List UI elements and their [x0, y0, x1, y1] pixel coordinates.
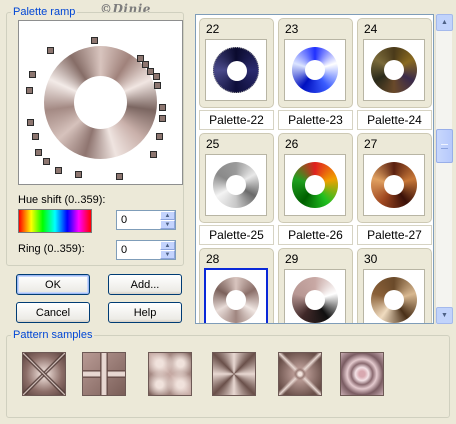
- hue-spectrum[interactable]: [18, 209, 92, 233]
- palette-thumbnail: [205, 39, 267, 101]
- palette-number: 28: [206, 252, 220, 266]
- pattern-sample[interactable]: [82, 352, 126, 396]
- ok-button[interactable]: OK: [16, 274, 90, 295]
- palette-cell[interactable]: 26: [278, 133, 353, 223]
- palette-thumbnail: [363, 269, 425, 323]
- palette-ramp-title: Palette ramp: [13, 6, 76, 18]
- ramp-handle[interactable]: [26, 87, 33, 94]
- palette-cell[interactable]: 27: [357, 133, 432, 223]
- palette-cell[interactable]: 23: [278, 18, 353, 108]
- ramp-handle[interactable]: [154, 82, 161, 89]
- palette-name: Palette-22: [199, 110, 274, 130]
- ramp-handle[interactable]: [153, 73, 160, 80]
- arrow-up-icon[interactable]: ▲: [160, 241, 175, 250]
- palette-cell[interactable]: 24: [357, 18, 432, 108]
- pattern-sample[interactable]: [278, 352, 322, 396]
- add-button[interactable]: Add...: [108, 274, 182, 295]
- ramp-handle[interactable]: [91, 37, 98, 44]
- ramp-handle[interactable]: [47, 47, 54, 54]
- arrow-up-icon[interactable]: ▲: [436, 14, 453, 31]
- palette-thumbnail: [363, 39, 425, 101]
- palette-thumbnail: [284, 269, 346, 323]
- palette-list[interactable]: 22 23 24 Palette-22 Palette-23 Palette-2…: [195, 14, 434, 324]
- ring-value: 0: [121, 244, 128, 256]
- palette-number: 30: [364, 252, 378, 266]
- ramp-handle[interactable]: [35, 149, 42, 156]
- palette-number: 22: [206, 22, 220, 36]
- palette-cell-selected[interactable]: 28: [199, 248, 274, 323]
- ramp-handle[interactable]: [43, 158, 50, 165]
- palette-name: Palette-27: [357, 225, 432, 245]
- palette-cell[interactable]: 30: [357, 248, 432, 323]
- arrow-down-icon[interactable]: ▼: [160, 220, 175, 229]
- ramp-handle[interactable]: [159, 104, 166, 111]
- palette-number: 26: [285, 137, 299, 151]
- palette-cell[interactable]: 29: [278, 248, 353, 323]
- palette-name: Palette-24: [357, 110, 432, 130]
- palette-cell[interactable]: 22: [199, 18, 274, 108]
- ramp-handle[interactable]: [27, 119, 34, 126]
- palette-thumbnail: [284, 39, 346, 101]
- arrow-down-icon[interactable]: ▼: [160, 250, 175, 259]
- palette-name: Palette-26: [278, 225, 353, 245]
- ring-input[interactable]: 0 ▲ ▼: [116, 240, 176, 260]
- ramp-handle[interactable]: [142, 61, 149, 68]
- hue-shift-value: 0: [121, 214, 128, 226]
- pattern-sample[interactable]: [340, 352, 384, 396]
- palette-thumbnail: [363, 154, 425, 216]
- palette-thumbnail: [205, 154, 267, 216]
- arrow-down-icon[interactable]: ▼: [436, 307, 453, 324]
- ramp-handle[interactable]: [75, 171, 82, 178]
- palette-thumbnail: [204, 268, 268, 323]
- help-button[interactable]: Help: [108, 302, 182, 323]
- arrow-up-icon[interactable]: ▲: [160, 211, 175, 220]
- palette-scrollbar[interactable]: ▲ ▼: [435, 14, 453, 324]
- palette-number: 25: [206, 137, 220, 151]
- pattern-sample[interactable]: [148, 352, 192, 396]
- ramp-ring-hole: [74, 76, 127, 129]
- pattern-sample[interactable]: [22, 352, 66, 396]
- ramp-handle[interactable]: [159, 115, 166, 122]
- palette-thumbnail: [284, 154, 346, 216]
- ramp-handle[interactable]: [32, 133, 39, 140]
- palette-number: 23: [285, 22, 299, 36]
- ramp-handle[interactable]: [150, 151, 157, 158]
- ramp-handle[interactable]: [55, 167, 62, 174]
- ramp-handle[interactable]: [29, 71, 36, 78]
- palette-number: 29: [285, 252, 299, 266]
- palette-cell[interactable]: 25: [199, 133, 274, 223]
- scrollbar-thumb[interactable]: [436, 129, 453, 163]
- palette-name: Palette-25: [199, 225, 274, 245]
- ramp-preview[interactable]: [18, 20, 183, 185]
- ring-label: Ring (0..359):: [18, 243, 85, 255]
- pattern-samples-title: Pattern samples: [13, 329, 93, 341]
- hue-shift-input[interactable]: 0 ▲ ▼: [116, 210, 176, 230]
- pattern-sample[interactable]: [212, 352, 256, 396]
- cancel-button[interactable]: Cancel: [16, 302, 90, 323]
- palette-number: 27: [364, 137, 378, 151]
- ramp-handle[interactable]: [156, 133, 163, 140]
- palette-number: 24: [364, 22, 378, 36]
- hue-shift-label: Hue shift (0..359):: [18, 194, 106, 206]
- palette-name: Palette-23: [278, 110, 353, 130]
- ramp-handle[interactable]: [116, 173, 123, 180]
